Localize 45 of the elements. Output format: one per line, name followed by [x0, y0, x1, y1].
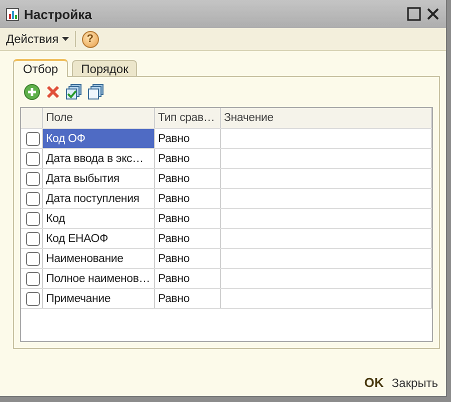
column-header[interactable]: Поле [43, 108, 155, 128]
table-cell[interactable]: Дата выбытия [43, 169, 155, 188]
table-cell: Равно [155, 209, 221, 228]
column-header[interactable]: Тип срав… [155, 108, 221, 128]
window-title: Настройка [24, 6, 93, 22]
table-cell[interactable]: Код ЕНАОФ [43, 229, 155, 248]
actions-menu[interactable]: Действия [6, 32, 69, 46]
table-cell[interactable]: Дата поступления [43, 189, 155, 208]
table-cell[interactable]: Дата ввода в экс… [43, 149, 155, 168]
ok-button[interactable]: OK [364, 375, 384, 390]
table-cell: Равно [155, 269, 221, 288]
checkbox[interactable] [26, 192, 40, 206]
tab[interactable]: Отбор [13, 59, 68, 77]
close-icon[interactable] [426, 7, 440, 21]
table-cell: Равно [155, 249, 221, 268]
add-icon[interactable] [24, 84, 40, 100]
table-cell[interactable]: Примечание [43, 289, 155, 308]
table-cell[interactable]: Полное наименов… [43, 269, 155, 288]
table-cell[interactable]: Код [43, 209, 155, 228]
uncheck-all-icon[interactable] [88, 84, 104, 100]
checkbox[interactable] [26, 232, 40, 246]
table-cell: Равно [155, 189, 221, 208]
checkbox[interactable] [26, 172, 40, 186]
checkbox[interactable] [26, 272, 40, 286]
column-header[interactable]: Значение [221, 108, 432, 128]
checkbox[interactable] [26, 292, 40, 306]
tab[interactable]: Порядок [72, 60, 138, 76]
checkbox[interactable] [26, 212, 40, 226]
table-cell: Равно [155, 229, 221, 248]
caret-icon [62, 37, 69, 41]
close-button[interactable]: Закрыть [392, 376, 438, 390]
delete-icon[interactable] [46, 85, 60, 99]
checkbox[interactable] [26, 132, 40, 146]
table-cell[interactable]: Код ОФ [43, 129, 155, 148]
table-cell[interactable]: Наименование [43, 249, 155, 268]
checkbox[interactable] [26, 152, 40, 166]
chart-icon [6, 8, 19, 20]
check-all-icon[interactable] [66, 84, 82, 100]
checkbox[interactable] [26, 252, 40, 266]
table-cell: Равно [155, 149, 221, 168]
table-cell: Равно [155, 169, 221, 188]
table-cell: Равно [155, 289, 221, 308]
table-cell: Равно [155, 129, 221, 148]
maximize-icon[interactable] [407, 7, 421, 21]
help-button[interactable]: ? [82, 30, 99, 48]
